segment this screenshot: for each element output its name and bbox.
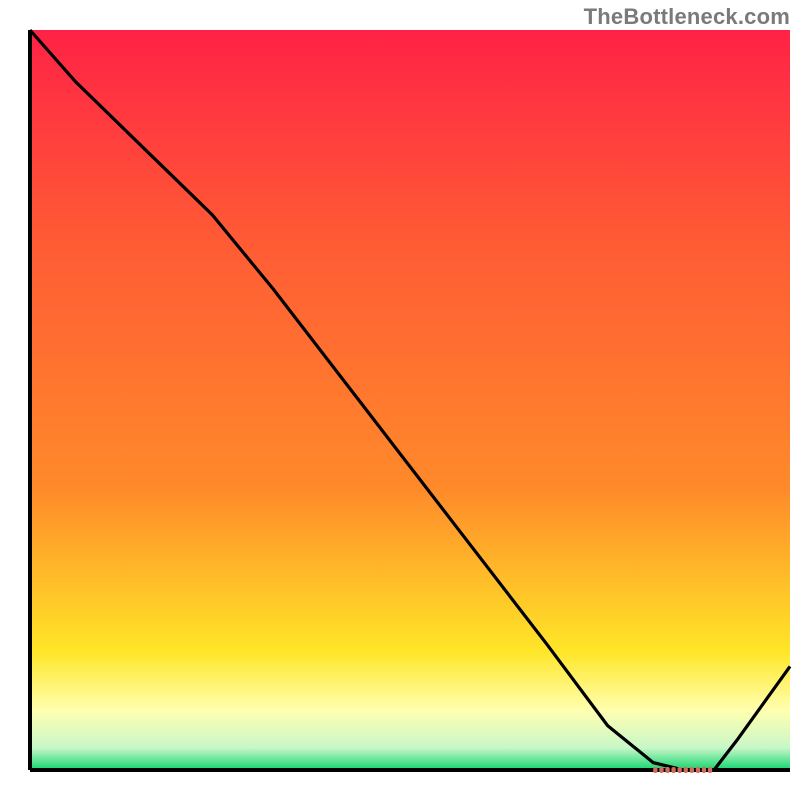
chart-container: TheBottleneck.com <box>0 0 800 800</box>
gradient-background <box>30 30 790 770</box>
bottleneck-chart <box>0 0 800 800</box>
